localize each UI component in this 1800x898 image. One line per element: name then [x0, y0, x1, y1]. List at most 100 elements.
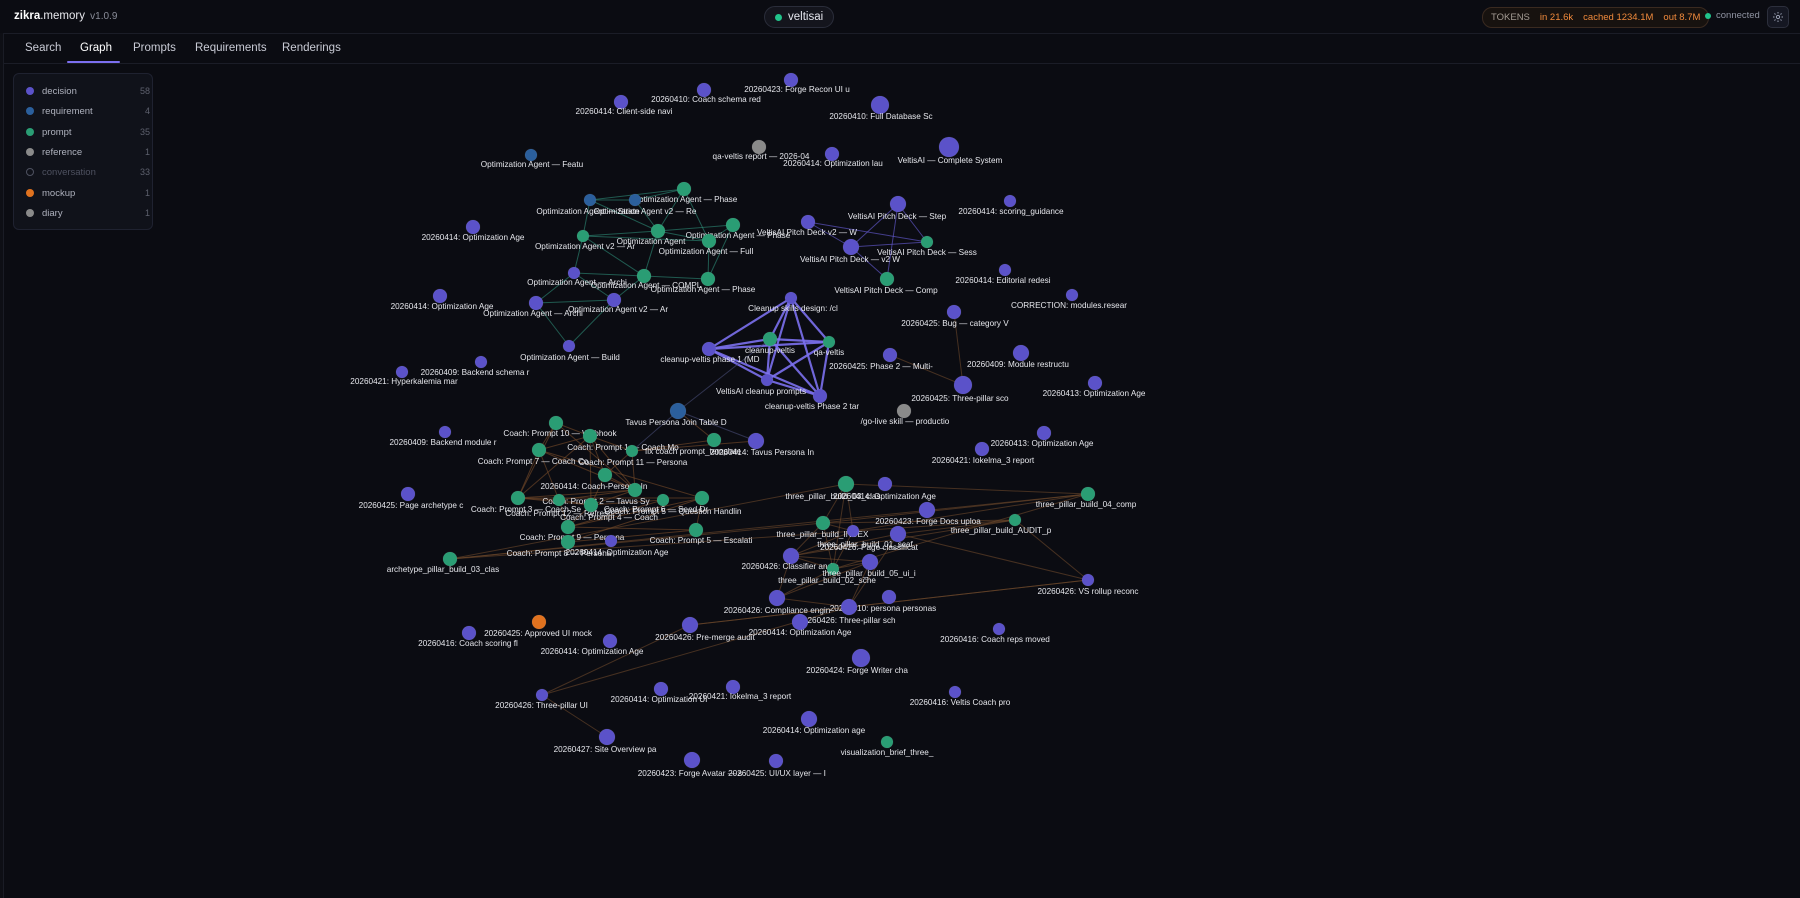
node-circle[interactable] [725, 217, 741, 233]
node-circle[interactable] [837, 475, 855, 493]
node-circle[interactable] [1080, 486, 1096, 502]
node-circle[interactable] [598, 728, 616, 746]
node-circle[interactable] [918, 501, 936, 519]
graph-node-decision[interactable]: VeltisAI — Complete System [898, 136, 1003, 165]
node-circle[interactable] [548, 415, 564, 431]
graph-node-prompt[interactable]: Optimization Agent [617, 223, 686, 246]
node-circle[interactable] [846, 524, 860, 538]
node-circle[interactable] [760, 373, 774, 387]
node-circle[interactable] [851, 648, 871, 668]
graph-node-decision[interactable]: 20260416: Veltis Coach pro [910, 685, 1011, 707]
node-circle[interactable] [938, 136, 960, 158]
node-circle[interactable] [535, 688, 549, 702]
graph-node-decision[interactable]: 20260425: Page archetype c [359, 486, 464, 510]
node-circle[interactable] [681, 616, 699, 634]
knowledge-graph-canvas[interactable]: 20260423: Forge Recon UI u20260410: Coac… [0, 64, 1800, 898]
node-circle[interactable] [560, 519, 576, 535]
legend-item-prompt[interactable]: prompt 35 [26, 125, 150, 139]
node-circle[interactable] [840, 598, 858, 616]
node-circle[interactable] [877, 476, 893, 492]
graph-node-decision[interactable]: 20260424: Forge Writer cha [806, 648, 908, 675]
node-circle[interactable] [688, 522, 704, 538]
node-circle[interactable] [562, 339, 576, 353]
graph-node-decision[interactable]: 20260425: UI/UX layer — I [728, 753, 826, 778]
node-circle[interactable] [400, 486, 416, 502]
node-circle[interactable] [576, 229, 590, 243]
node-circle[interactable] [881, 589, 897, 605]
legend-item-reference[interactable]: reference 1 [26, 145, 150, 159]
graph-node-decision[interactable]: 20260427: Site Overview pa [554, 728, 657, 754]
node-circle[interactable] [583, 193, 597, 207]
graph-node-decision[interactable]: 20260426: Pre-merge audit [655, 616, 756, 642]
node-circle[interactable] [842, 238, 860, 256]
node-circle[interactable] [879, 271, 895, 287]
graph-node-decision[interactable]: Cleanup skills design: /cl [748, 291, 838, 313]
graph-node-decision[interactable]: CORRECTION: modules.resear [1011, 288, 1127, 310]
graph-node-decision[interactable]: 20260409: Backend module r [390, 425, 497, 447]
graph-node-decision[interactable]: 20260425: Three-pillar sco [911, 375, 1009, 403]
graph-node-decision[interactable]: 20260423: Forge Avatar — s [638, 751, 743, 778]
graph-node-prompt[interactable]: Coach: Prompt 5 — Escalati [650, 522, 753, 545]
node-circle[interactable] [625, 444, 639, 458]
node-circle[interactable] [946, 304, 962, 320]
tab-search[interactable]: Search [25, 42, 61, 54]
node-circle[interactable] [531, 614, 547, 630]
node-circle[interactable] [461, 625, 477, 641]
graph-node-decision[interactable]: 20260410: Full Database Sc [829, 95, 933, 121]
node-circle[interactable] [531, 442, 547, 458]
tab-requirements[interactable]: Requirements [195, 42, 267, 54]
graph-node-decision[interactable]: 20260414: Optimization Age [422, 219, 525, 242]
graph-node-decision[interactable]: Optimization Agent — Build [520, 339, 620, 362]
graph-node-mockup[interactable]: 20260425: Approved UI mock [484, 614, 593, 638]
graph-node-decision[interactable]: 20260409: Module restructu [967, 344, 1069, 369]
graph-node-decision[interactable]: 20260413: Optimization Age [1043, 375, 1146, 398]
legend-item-conversation[interactable]: conversation 33 [26, 165, 150, 179]
project-selector[interactable]: veltisai [764, 6, 835, 28]
graph-node-decision[interactable]: 20260413: Optimization Age [991, 425, 1094, 448]
tab-prompts[interactable]: Prompts [133, 42, 176, 54]
graph-node-decision[interactable]: 20260423: Forge Recon UI u [744, 72, 850, 94]
node-circle[interactable] [627, 482, 643, 498]
node-circle[interactable] [560, 534, 576, 550]
node-circle[interactable] [432, 288, 448, 304]
node-circle[interactable] [889, 525, 907, 543]
node-circle[interactable] [583, 497, 599, 513]
legend-item-requirement[interactable]: requirement 4 [26, 104, 150, 118]
node-circle[interactable] [1081, 573, 1095, 587]
node-circle[interactable] [676, 181, 692, 197]
graph-node-decision[interactable]: VeltisAI Pitch Deck v2 — W [757, 214, 857, 237]
graph-node-prompt[interactable]: VeltisAI Pitch Deck — Comp [834, 271, 938, 295]
node-circle[interactable] [701, 233, 717, 249]
node-circle[interactable] [474, 355, 488, 369]
graph-node-requirement[interactable]: Optimization Agent — Featu [481, 148, 584, 169]
node-circle[interactable] [628, 193, 642, 207]
node-circle[interactable] [465, 219, 481, 235]
graph-node-decision[interactable]: 20260421: Iokelma_3 report [689, 679, 792, 701]
graph-node-reference[interactable]: qa-veltis report — 2026-04 [713, 139, 810, 161]
graph-node-decision[interactable]: 20260416: Coach reps moved [940, 622, 1050, 644]
node-circle[interactable] [706, 432, 722, 448]
graph-node-decision[interactable]: 20260409: Backend schema r [421, 355, 530, 377]
graph-node-decision[interactable]: 20260425: Phase 2 — Multi- [829, 347, 933, 371]
graph-node-decision[interactable]: 20260414: Editorial redesi [955, 263, 1051, 285]
graph-node-decision[interactable]: Optimization Agent v2 — Ar [568, 292, 668, 314]
node-circle[interactable] [438, 425, 452, 439]
node-circle[interactable] [815, 515, 831, 531]
node-circle[interactable] [768, 589, 786, 607]
node-circle[interactable] [747, 432, 765, 450]
node-circle[interactable] [442, 551, 458, 567]
node-circle[interactable] [974, 441, 990, 457]
node-circle[interactable] [650, 223, 666, 239]
graph-node-decision[interactable]: 20260426: Three-pillar UI [495, 688, 588, 710]
node-circle[interactable] [694, 490, 710, 506]
graph-node-decision[interactable]: 20260414: scoring_guidance [958, 194, 1064, 216]
node-circle[interactable] [700, 271, 716, 287]
graph-node-prompt[interactable]: Coach: Prompt 10 — Webhook [503, 415, 617, 438]
graph-node-reference[interactable]: /go-live skill — productio [861, 403, 950, 426]
node-circle[interactable] [701, 341, 717, 357]
node-circle[interactable] [948, 685, 962, 699]
node-circle[interactable] [800, 710, 818, 728]
node-circle[interactable] [953, 375, 973, 395]
node-circle[interactable] [882, 347, 898, 363]
node-circle[interactable] [1087, 375, 1103, 391]
